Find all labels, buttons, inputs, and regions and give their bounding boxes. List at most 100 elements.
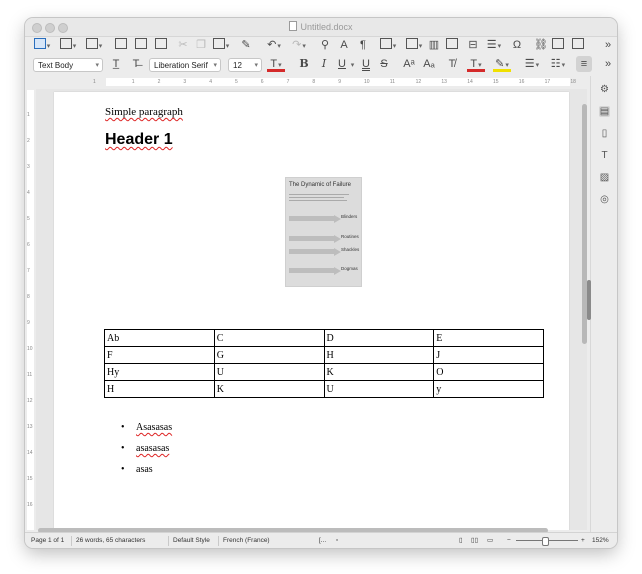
table-cell[interactable]: H (104, 380, 215, 398)
textbox-icon (446, 38, 458, 49)
table-cell[interactable]: K (323, 363, 435, 381)
redo-button[interactable]: ↷▾ (290, 37, 308, 53)
sidebar-resize-handle[interactable] (587, 280, 591, 320)
multi-page-view-icon[interactable]: ▯▯ (471, 533, 478, 548)
new-document-button[interactable]: ▾ (33, 37, 51, 53)
open-button[interactable]: ▾ (59, 37, 77, 53)
table-cell[interactable]: U (323, 380, 435, 398)
track-changes-button[interactable] (572, 37, 584, 53)
zoom-slider-handle[interactable] (542, 537, 549, 546)
table-cell[interactable]: K (213, 380, 325, 398)
single-page-view-icon[interactable]: ▯ (459, 533, 463, 548)
clear-formatting-button[interactable]: T̸ (446, 56, 458, 72)
toolbar2-more-button[interactable]: » (603, 56, 613, 72)
ruler-tick-label: 4 (209, 79, 212, 85)
insert-textbox-button[interactable] (446, 37, 458, 53)
table-cell[interactable]: J (433, 346, 544, 364)
properties-icon[interactable]: ▤ (599, 106, 610, 117)
ruler-tick-label: 4 (27, 190, 30, 196)
table-cell[interactable]: Ab (104, 329, 215, 347)
align-left-button[interactable]: ≡ (576, 56, 592, 72)
table-cell[interactable]: F (104, 346, 215, 364)
clone-formatting-button[interactable]: ✎ (240, 37, 252, 53)
font-size-combo[interactable]: 12 ▾ (228, 58, 262, 72)
find-replace-button[interactable]: ⚲ (319, 37, 331, 53)
vertical-ruler[interactable]: 1 2 3 4 5 6 7 8 9 10 11 12 13 14 15 16 (25, 90, 35, 530)
bullet-list-button[interactable]: ☰▾ (522, 56, 542, 72)
numbered-list-button[interactable]: ☷▾ (548, 56, 568, 72)
page-icon[interactable]: ▯ (599, 128, 610, 139)
subscript-button[interactable]: Aₐ (423, 56, 435, 72)
figure-text-line (289, 194, 349, 195)
paste-button[interactable]: ▾ (212, 37, 230, 53)
spelling-button[interactable]: A (338, 37, 350, 53)
list-item-text: asasasas (136, 443, 170, 454)
document-modified-icon[interactable]: ▫ (336, 533, 338, 548)
zoom-in-button[interactable]: + (581, 533, 585, 548)
page-count[interactable]: Page 1 of 1 (31, 533, 64, 548)
bold-button[interactable]: B (298, 56, 310, 72)
table-cell[interactable]: y (433, 380, 544, 398)
insert-field-button[interactable]: ☰▾ (485, 37, 503, 53)
insert-page-break-button[interactable]: ⊟ (467, 37, 479, 53)
book-view-icon[interactable]: ▭ (487, 533, 493, 548)
document-page[interactable]: Simple paragraph Header 1 The Dynamic of… (54, 92, 569, 530)
font-color-button[interactable]: T▾ (266, 56, 286, 72)
special-character-button[interactable]: Ω (510, 37, 524, 53)
insert-hyperlink-button[interactable]: ⛓ (534, 37, 548, 53)
table-cell[interactable]: E (433, 329, 544, 347)
copy-button[interactable]: ❐ (195, 37, 207, 53)
strikethrough-button[interactable]: S (378, 56, 390, 72)
table-cell[interactable]: O (433, 363, 544, 381)
toolbar1-more-button[interactable]: » (603, 37, 613, 53)
figure-title: The Dynamic of Failure (289, 182, 352, 188)
styles-icon[interactable]: T (599, 150, 610, 161)
table-cell[interactable]: G (213, 346, 325, 364)
paragraph-style-combo[interactable]: Text Body ▾ (33, 58, 103, 72)
new-style-button[interactable]: T̶ (129, 56, 143, 72)
table-cell[interactable]: H (323, 346, 435, 364)
double-underline-button[interactable]: U (360, 56, 372, 72)
export-pdf-button[interactable] (115, 37, 127, 53)
insert-chart-button[interactable]: ▥ (428, 37, 440, 53)
font-name-combo[interactable]: Liberation Serif ▾ (149, 58, 221, 72)
paragraph-text[interactable]: Simple paragraph (105, 106, 183, 118)
insert-footnote-button[interactable] (552, 37, 564, 53)
update-style-button[interactable]: T̲ (109, 56, 123, 72)
document-table[interactable]: Ab C D E F G H J Hy U K O H K Uy (104, 329, 544, 398)
inserted-image[interactable]: The Dynamic of Failure Blinders Routines… (285, 177, 362, 287)
underline-button[interactable]: U (336, 56, 348, 72)
print-button[interactable] (135, 37, 147, 53)
word-count[interactable]: 26 words, 65 characters (76, 533, 145, 548)
insert-table-button[interactable]: ▾ (379, 37, 397, 53)
table-cell[interactable]: U (213, 363, 325, 381)
print-preview-button[interactable] (155, 37, 167, 53)
sidebar-settings-icon[interactable]: ⚙ (599, 84, 610, 95)
insert-image-button[interactable]: ▾ (405, 37, 423, 53)
superscript-button[interactable]: Aᵃ (403, 56, 415, 72)
undo-button[interactable]: ↶▾ (265, 37, 283, 53)
table-cell[interactable]: Hy (104, 363, 215, 381)
navigator-icon[interactable]: ◎ (599, 194, 610, 205)
italic-button[interactable]: I (318, 56, 330, 72)
heading-1[interactable]: Header 1 (105, 131, 173, 149)
text-language[interactable]: French (France) (223, 533, 270, 548)
insert-mode[interactable]: [... (319, 533, 326, 548)
document-canvas[interactable]: Simple paragraph Header 1 The Dynamic of… (36, 89, 587, 530)
ruler-tick-label: 16 (518, 79, 525, 85)
save-button[interactable]: ▾ (85, 37, 103, 53)
horizontal-ruler[interactable]: 1 1 2 3 4 5 6 7 8 9 10 11 12 13 14 15 16 17 18 (35, 76, 587, 88)
gallery-icon[interactable]: ▨ (599, 172, 610, 183)
table-cell[interactable]: C (213, 329, 325, 347)
table-cell[interactable]: D (323, 329, 435, 347)
zoom-out-button[interactable]: − (507, 533, 511, 548)
table-icon (379, 38, 392, 49)
highlight-button[interactable]: ✎▾ (492, 56, 512, 72)
text-color-button[interactable]: T▾ (466, 56, 486, 72)
ruler-tick-label: 10 (27, 346, 33, 352)
underline-dropdown[interactable]: ▾ (348, 56, 356, 72)
zoom-level[interactable]: 152% (592, 533, 609, 548)
cut-button[interactable]: ✂ (177, 37, 189, 53)
formatting-marks-button[interactable]: ¶ (357, 37, 369, 53)
page-style[interactable]: Default Style (173, 533, 210, 548)
